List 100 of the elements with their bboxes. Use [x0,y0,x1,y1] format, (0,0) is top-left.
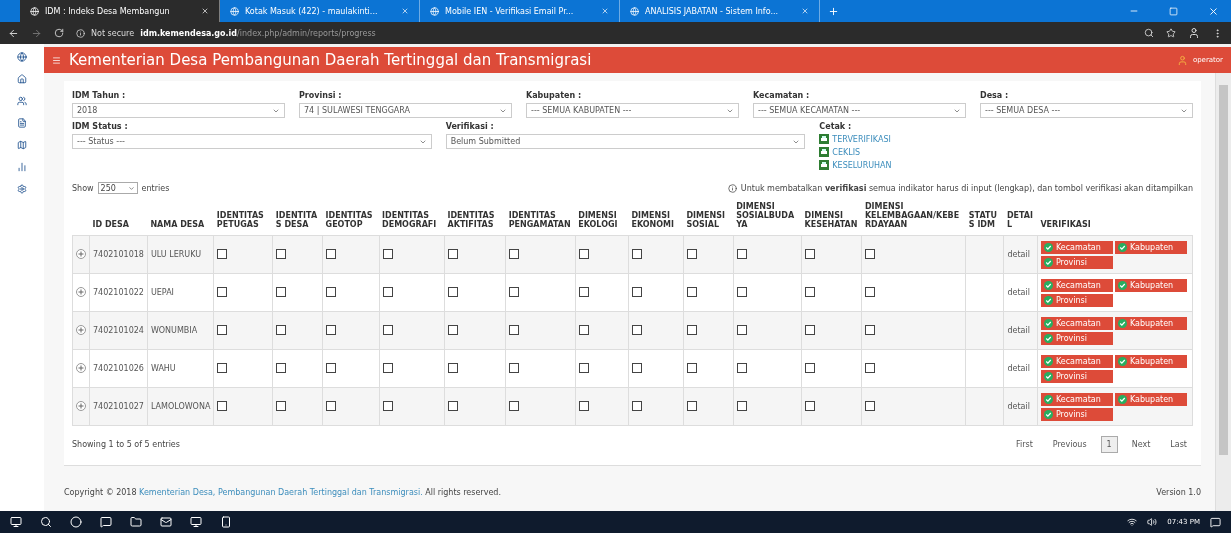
verify-button[interactable]: Kecamatan [1040,354,1113,368]
star-icon[interactable] [1166,28,1176,38]
filter-select[interactable]: --- SEMUA KECAMATAN --- [753,103,966,118]
checkbox[interactable] [509,248,520,259]
checkbox[interactable] [448,286,458,297]
close-icon[interactable] [201,7,209,15]
checkbox[interactable] [736,400,747,411]
forward-icon[interactable] [31,27,42,39]
checkbox[interactable] [736,362,747,373]
sidebar-icon[interactable] [17,118,27,128]
checkbox[interactable] [326,324,337,335]
checkbox[interactable] [865,248,876,259]
verify-button[interactable]: Provinsi [1040,293,1113,307]
print-icon[interactable] [819,134,830,144]
scrollbar-thumb[interactable] [1219,85,1228,455]
checkbox[interactable] [631,324,642,335]
checkbox[interactable] [382,400,393,411]
page-link[interactable]: First [1009,436,1039,453]
verify-button[interactable]: Provinsi [1040,369,1113,383]
verify-button[interactable]: Kecamatan [1040,316,1113,330]
checkbox[interactable] [865,324,876,335]
expand-icon[interactable] [76,362,86,373]
checkbox[interactable] [631,248,642,259]
page-link[interactable]: Previous [1046,436,1093,453]
checkbox[interactable] [805,400,816,411]
checkbox[interactable] [276,324,287,335]
checkbox[interactable] [736,286,747,297]
checkbox[interactable] [448,362,458,373]
print-icon[interactable] [819,160,830,170]
checkbox[interactable] [326,286,337,297]
filter-select[interactable]: Belum Submitted [445,134,806,149]
expand-icon[interactable] [76,286,86,297]
sidebar-icon[interactable] [17,74,27,84]
checkbox[interactable] [276,362,287,373]
checkbox[interactable] [686,286,697,297]
verify-button[interactable]: Provinsi [1040,331,1113,345]
notification-icon[interactable] [1210,516,1221,528]
checkbox[interactable] [326,248,337,259]
verify-button[interactable]: Provinsi [1040,407,1113,421]
print-link[interactable]: CEKLIS [832,147,861,157]
checkbox[interactable] [578,324,589,335]
taskbar-icon[interactable] [100,516,112,528]
entries-select[interactable]: 250 [97,182,138,194]
verify-button[interactable]: Kabupaten [1114,392,1187,406]
taskbar-icon[interactable] [130,516,142,528]
checkbox[interactable] [382,248,393,259]
checkbox[interactable] [326,400,337,411]
checkbox[interactable] [578,248,589,259]
taskbar-icon[interactable] [190,516,202,528]
checkbox[interactable] [686,248,697,259]
verify-button[interactable]: Provinsi [1040,255,1113,269]
expand-icon[interactable] [76,324,86,335]
back-icon[interactable] [8,27,19,39]
checkbox[interactable] [382,324,393,335]
taskbar-icon[interactable] [220,516,232,528]
checkbox[interactable] [217,248,228,259]
checkbox[interactable] [865,286,876,297]
filter-select[interactable]: 74 | SULAWESI TENGGARA [299,103,512,118]
taskbar-icon[interactable] [70,516,82,528]
checkbox[interactable] [382,362,393,373]
print-link[interactable]: TERVERIFIKASI [832,134,891,144]
checkbox[interactable] [865,400,876,411]
verify-button[interactable]: Kecamatan [1040,278,1113,292]
detail-link[interactable]: detail [1003,235,1038,274]
checkbox[interactable] [448,324,458,335]
checkbox[interactable] [578,286,589,297]
close-icon[interactable] [1208,5,1219,17]
detail-link[interactable]: detail [1003,311,1038,350]
url-text[interactable]: idm.kemendesa.go.id/index.php/admin/reports/progress [140,28,376,38]
checkbox[interactable] [631,362,642,373]
expand-icon[interactable] [76,400,86,411]
verify-button[interactable]: Kabupaten [1114,240,1187,254]
checkbox[interactable] [276,400,287,411]
filter-select[interactable]: --- SEMUA KABUPATEN --- [526,103,739,118]
menu-icon[interactable] [52,55,61,65]
checkbox[interactable] [217,400,228,411]
checkbox[interactable] [448,248,458,259]
browser-tab[interactable]: IDM : Indeks Desa Membangun [20,0,220,22]
checkbox[interactable] [326,362,337,373]
verify-button[interactable]: Kecamatan [1040,392,1113,406]
volume-icon[interactable] [1147,517,1158,527]
checkbox[interactable] [736,324,747,335]
profile-icon[interactable] [1188,27,1200,39]
page-link[interactable]: 1 [1100,436,1118,453]
checkbox[interactable] [805,248,816,259]
checkbox[interactable] [509,286,520,297]
expand-icon[interactable] [76,248,86,259]
print-link[interactable]: KESELURUHAN [832,160,892,170]
print-icon[interactable] [819,147,830,157]
detail-link[interactable]: detail [1003,349,1038,388]
zoom-icon[interactable] [1144,28,1154,38]
checkbox[interactable] [631,400,642,411]
new-tab-icon[interactable] [828,5,839,17]
maximize-icon[interactable] [1169,6,1178,16]
verify-button[interactable]: Kabupaten [1114,278,1187,292]
checkbox[interactable] [578,400,589,411]
checkbox[interactable] [448,400,458,411]
filter-select[interactable]: --- Status --- [72,134,432,149]
checkbox[interactable] [276,286,287,297]
checkbox[interactable] [686,362,697,373]
